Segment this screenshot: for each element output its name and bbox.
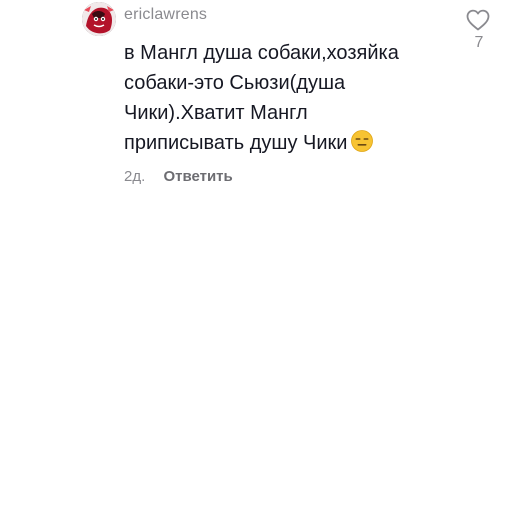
avatar-image	[82, 2, 116, 36]
avatar[interactable]	[82, 2, 116, 36]
comment-line-1: в Мангл душа собаки,хозяйка	[124, 42, 399, 64]
heart-outline-icon[interactable]	[465, 8, 491, 32]
like-count: 7	[474, 34, 484, 51]
expressionless-face-icon	[351, 130, 374, 152]
comment-text: в Мангл душа собаки,хозяйка собаки-это С…	[124, 38, 424, 158]
comment-line-4: приписывать душу Чики	[124, 128, 424, 158]
comment-meta: 2д. Ответить	[124, 168, 233, 185]
reply-button[interactable]: Ответить	[163, 168, 232, 185]
comment-line-3: Чики).Хватит Мангл	[124, 102, 308, 124]
comment-screen: ericlawrens в Мангл душа собаки,хозяйка …	[0, 0, 512, 512]
comment-timestamp: 2д.	[124, 168, 146, 185]
comment-line-4-text: приписывать душу Чики	[124, 132, 348, 154]
comment-line-2: собаки-это Сьюзи(душа	[124, 72, 346, 94]
comment-username[interactable]: ericlawrens	[124, 6, 207, 24]
